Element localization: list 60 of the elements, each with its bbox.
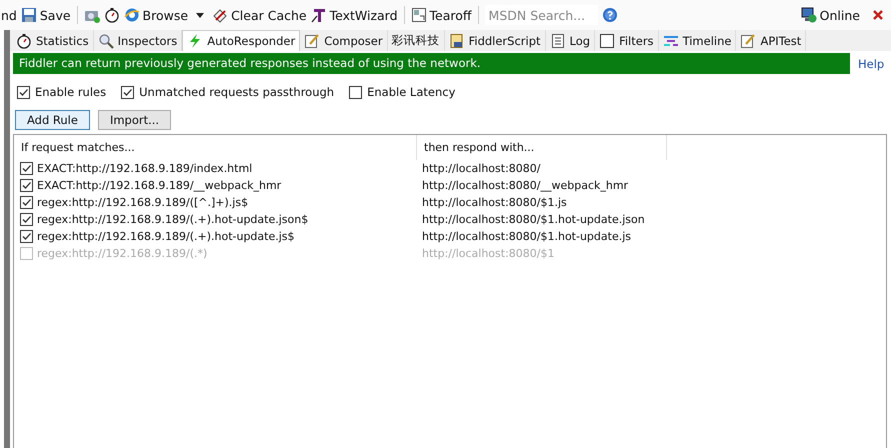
checkbox[interactable]	[348, 84, 364, 100]
toolbar-button[interactable]: Clear Cache	[212, 7, 307, 23]
notepad-pencil-icon	[304, 32, 320, 48]
tab[interactable]: APITest	[736, 30, 806, 51]
network-computer-icon	[800, 7, 817, 23]
stopwatch-icon[interactable]	[104, 7, 120, 23]
help-link[interactable]: Help	[858, 56, 884, 70]
column-header[interactable]: then respond with...	[417, 135, 667, 160]
toolbar-button[interactable]: nd	[1, 8, 17, 22]
table-cell-text: http://localhost:8080/$1.js	[421, 196, 568, 209]
stopwatch-icon	[16, 32, 32, 48]
table-cell: EXACT:http://192.168.9.189/__webpack_hmr	[37, 179, 282, 192]
checkbox[interactable]	[16, 84, 31, 100]
online-button[interactable]: Online	[800, 7, 860, 23]
checkbox-label: Unmatched requests passthrough	[139, 85, 334, 99]
checkbox[interactable]	[19, 195, 34, 210]
tab[interactable]: Composer	[300, 30, 388, 51]
checkbox-label: Enable rules	[35, 85, 106, 99]
table-cell-text: http://localhost:8080/$1	[421, 247, 556, 260]
button[interactable]: Import...	[98, 110, 172, 130]
table-cell-text: http://localhost:8080/$1.hot-update.js	[421, 230, 632, 243]
checkbox[interactable]	[19, 178, 34, 193]
tab[interactable]: Statistics	[12, 30, 94, 51]
table-cell-text: http://localhost:8080/__webpack_hmr	[421, 179, 630, 192]
checkbox[interactable]	[120, 84, 136, 100]
column-header[interactable]: If request matches...	[14, 135, 417, 160]
tab[interactable]: Timeline	[658, 30, 736, 51]
tab[interactable]: Log	[546, 30, 596, 51]
toolbar-button[interactable]: Browse	[124, 7, 188, 23]
tab[interactable]: AutoResponder	[182, 30, 300, 51]
info-banner: Fiddler can return previously generated responses instead of using the network.	[13, 53, 850, 74]
toolbar-button[interactable]: Save	[20, 7, 71, 23]
toolbar-button[interactable]: TextWizard	[310, 7, 398, 23]
table-cell: EXACT:http://192.168.9.189/index.html	[37, 162, 252, 175]
toolbar-button[interactable]: Tearoff	[410, 7, 472, 23]
table-cell: regex:http://192.168.9.189/(.+).hot-update.js$	[37, 230, 295, 243]
floppy-icon	[20, 7, 37, 23]
tab[interactable]: FiddlerScript	[444, 30, 546, 51]
search-field[interactable]: MSDN Search...	[484, 5, 598, 25]
magnifier-icon	[98, 32, 114, 48]
help-icon[interactable]	[602, 7, 618, 23]
checkbox-label: Enable Latency	[367, 85, 456, 99]
letter-t-icon	[310, 7, 327, 23]
table-cell: regex:http://192.168.9.189/(.+).hot-update.json$	[37, 213, 308, 226]
tab[interactable]: Filters	[595, 30, 659, 51]
button[interactable]: Add Rule	[15, 110, 90, 130]
square-icon	[599, 32, 616, 48]
checkbox[interactable]	[19, 229, 34, 244]
notepad-pencil-icon	[740, 32, 756, 48]
window-icon	[410, 7, 427, 23]
checkbox[interactable]	[19, 246, 34, 261]
table-cell: regex:http://192.168.9.189/([^.]+).js$	[37, 196, 248, 209]
checkbox[interactable]	[19, 212, 34, 227]
table-cell: regex:http://192.168.9.189/(.*)	[37, 247, 208, 260]
checkbox[interactable]	[19, 161, 34, 176]
globe-e-icon	[124, 7, 140, 23]
tab[interactable]: 彩讯科技	[388, 30, 445, 51]
table-cell-text: http://localhost:8080/$1.hot-update.json	[421, 213, 646, 226]
table-cell-text: http://localhost:8080/	[421, 162, 542, 175]
document-icon	[550, 32, 566, 48]
